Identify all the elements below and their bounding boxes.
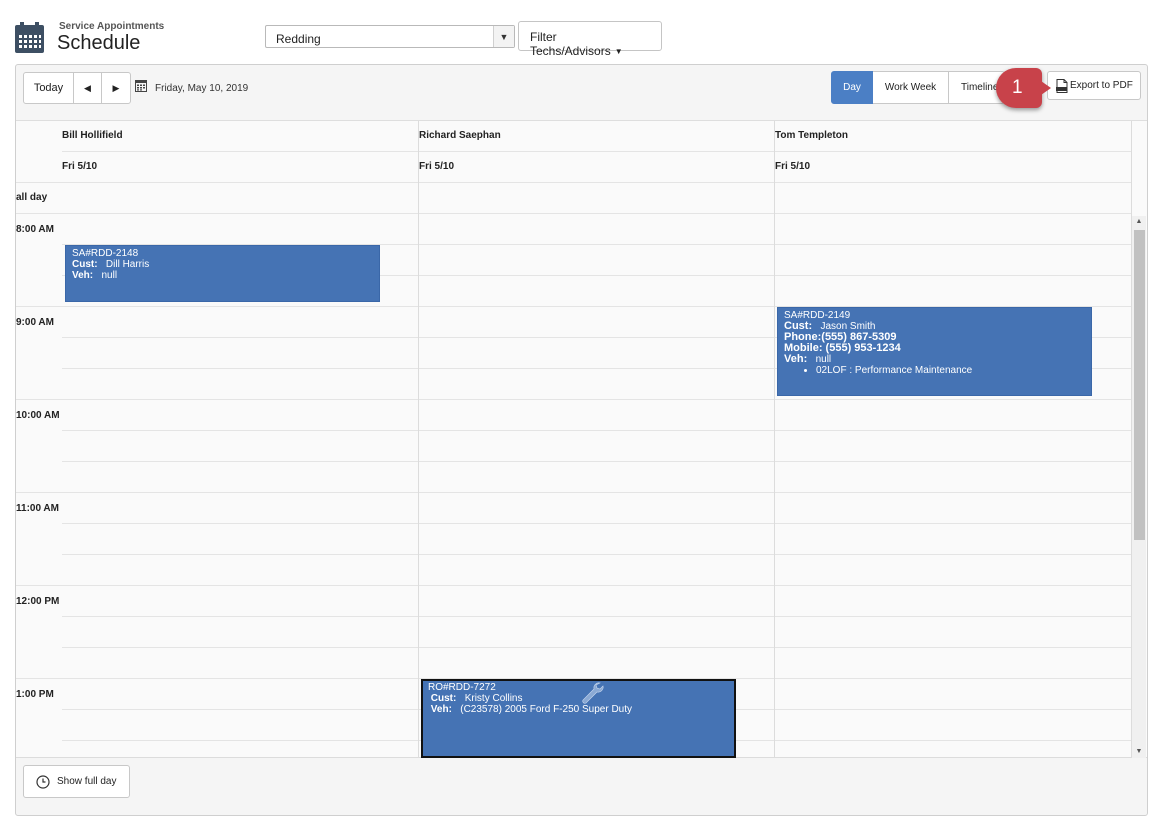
vehicle-value: (C23578) 2005 Ford F-250 Super Duty — [460, 704, 633, 715]
column-header-technician: Bill Hollifield — [62, 130, 123, 141]
next-day-button[interactable]: ▶ — [102, 73, 130, 103]
export-to-pdf-label: Export to PDF — [1070, 80, 1133, 91]
chevron-down-icon[interactable]: ▼ — [493, 26, 514, 47]
vehicle-value: null — [815, 354, 832, 365]
service-item: 02LOF : Performance Maintenance — [816, 365, 1085, 376]
clock-icon — [36, 774, 50, 789]
column-header-date: Fri 5/10 — [419, 161, 455, 172]
step-callout-badge: 1 — [996, 68, 1051, 108]
customer-name: Kristy Collins — [464, 693, 523, 704]
scheduler-panel: Today ◀ ▶ Friday, May 10, 2019 Day Work … — [15, 64, 1148, 816]
date-picker-icon[interactable] — [135, 80, 147, 92]
page-title: Schedule — [57, 32, 141, 54]
all-day-label: all day — [16, 192, 48, 203]
appointment-card[interactable]: SA#RDD-2148 Cust: Dill Harris Veh: null — [65, 245, 380, 302]
page-subtitle: Service Appointments — [59, 21, 165, 32]
appointment-id: SA#RDD-2148 — [72, 248, 139, 259]
time-label: 1:00 PM — [16, 689, 54, 700]
pdf-file-icon — [1056, 78, 1068, 93]
vehicle-label: Veh: — [430, 704, 452, 715]
customer-name: Dill Harris — [105, 259, 150, 270]
show-full-day-button[interactable]: Show full day — [23, 765, 130, 798]
filter-techs-advisors-button[interactable]: Filter Techs/Advisors ▼ — [518, 21, 662, 58]
show-full-day-label: Show full day — [57, 776, 117, 787]
vehicle-label: Veh: — [72, 270, 94, 281]
customer-label: Cust: — [430, 693, 457, 704]
scroll-down-arrow-icon[interactable]: ▼ — [1132, 746, 1146, 758]
time-label: 12:00 PM — [16, 596, 60, 607]
column-header-date: Fri 5/10 — [775, 161, 811, 172]
time-label: 11:00 AM — [16, 503, 59, 514]
column-header-technician: Richard Saephan — [419, 130, 501, 141]
appointment-id: SA#RDD-2149 — [784, 310, 851, 321]
view-day-button[interactable]: Day — [831, 71, 873, 104]
view-work-week-button[interactable]: Work Week — [873, 71, 949, 104]
mobile-number: Mobile: (555) 953-1234 — [784, 342, 901, 354]
time-label: 10:00 AM — [16, 410, 60, 421]
calendar-app-icon — [15, 22, 44, 53]
vertical-scrollbar[interactable]: ▲ ▼ — [1132, 216, 1146, 758]
scroll-up-arrow-icon[interactable]: ▲ — [1132, 216, 1146, 228]
wrench-icon — [582, 682, 604, 704]
current-date-label: Friday, May 10, 2019 — [155, 83, 249, 94]
scheduler-toolbar: Today ◀ ▶ Friday, May 10, 2019 Day Work … — [16, 65, 1147, 121]
previous-day-button[interactable]: ◀ — [74, 73, 102, 103]
repair-order-card[interactable]: RO#RDD-7272 Cust: Kristy Collins Veh: (C… — [421, 679, 736, 758]
location-select[interactable]: Redding ▼ — [265, 25, 515, 48]
day-schedule-grid: Bill Hollifield Richard Saephan Tom Temp… — [16, 121, 1147, 758]
time-label: 8:00 AM — [16, 224, 54, 235]
date-navigation: Today ◀ ▶ — [23, 72, 131, 104]
vehicle-value: null — [101, 270, 118, 281]
appointment-card[interactable]: SA#RDD-2149 Cust: Jason Smith Phone:(555… — [777, 307, 1092, 396]
view-switcher: Day Work Week Timeline — [831, 71, 1005, 104]
vehicle-label: Veh: — [784, 353, 808, 365]
export-to-pdf-button[interactable]: Export to PDF — [1047, 71, 1141, 100]
filter-techs-advisors-label: Filter Techs/Advisors — [530, 30, 611, 58]
column-header-technician: Tom Templeton — [775, 130, 848, 141]
column-header-date: Fri 5/10 — [62, 161, 98, 172]
scrollbar-thumb[interactable] — [1134, 230, 1145, 540]
scheduler-footer: Show full day — [16, 758, 1147, 815]
customer-label: Cust: — [72, 259, 98, 270]
location-select-value: Redding — [276, 32, 321, 46]
time-label: 9:00 AM — [16, 317, 54, 328]
caret-down-icon: ▼ — [614, 47, 623, 56]
today-button[interactable]: Today — [24, 73, 74, 103]
